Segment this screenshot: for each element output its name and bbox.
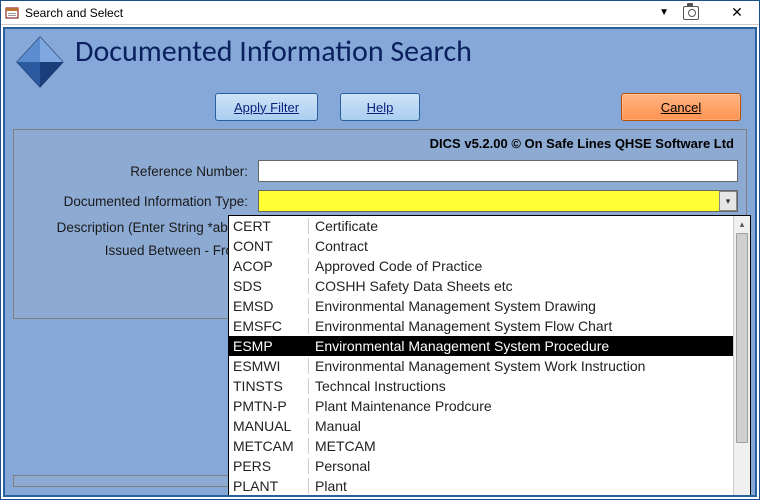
dropdown-item[interactable]: SDSCOSHH Safety Data Sheets etc [229,276,733,296]
main-panel: Documented Information Search Apply Filt… [3,27,757,497]
dropdown-item-desc: COSHH Safety Data Sheets etc [309,278,733,294]
dropdown-item-desc: Contract [309,238,733,254]
dropdown-item-code: MANUAL [229,418,309,434]
dropdown-item-desc: Environmental Management System Work Ins… [309,358,733,374]
dropdown-item-code: CERT [229,218,309,234]
help-button[interactable]: Help [340,93,420,121]
doc-type-label: Documented Information Type: [22,194,258,209]
dropdown-item-code: METCAM [229,438,309,454]
dropdown-scrollbar[interactable]: ▴ ▾ [733,216,750,497]
dropdown-item-code: CONT [229,238,309,254]
dropdown-item-desc: Techncal Instructions [309,378,733,394]
scroll-up-button[interactable]: ▴ [734,216,750,233]
reference-number-input[interactable] [258,160,738,182]
dropdown-item[interactable]: CONTContract [229,236,733,256]
dropdown-item-desc: Environmental Management System Procedur… [309,338,733,354]
dropdown-item[interactable]: ESMWIEnvironmental Management System Wor… [229,356,733,376]
dropdown-item-desc: METCAM [309,438,733,454]
doc-type-input[interactable] [258,190,738,212]
dropdown-item-desc: Personal [309,458,733,474]
dropdown-item[interactable]: TINSTSTechncal Instructions [229,376,733,396]
reference-number-label: Reference Number: [22,164,258,179]
titlebar-dropdown-icon[interactable]: ▼ [659,7,669,18]
dropdown-item[interactable]: PERSPersonal [229,456,733,476]
app-icon [5,6,19,20]
dropdown-item-code: PLANT [229,478,309,494]
description-label: Description (Enter String *abc*): [22,220,258,235]
dropdown-item[interactable]: ESMPEnvironmental Management System Proc… [229,336,733,356]
dropdown-item-code: ESMP [229,338,309,354]
dropdown-item[interactable]: MANUALManual [229,416,733,436]
dropdown-item-desc: Plant Maintenance Prodcure [309,398,733,414]
doc-type-dropdown-list[interactable]: CERTCertificateCONTContractACOPApproved … [228,215,751,497]
page-title: Documented Information Search [75,31,751,70]
dropdown-item-desc: Environmental Management System Drawing [309,298,733,314]
camera-icon[interactable] [683,6,699,20]
dropdown-item-code: EMSD [229,298,309,314]
dropdown-item-code: PERS [229,458,309,474]
dropdown-item[interactable]: PROCDProcedure [229,496,733,497]
dropdown-item[interactable]: EMSFCEnvironmental Management System Flo… [229,316,733,336]
apply-filter-button[interactable]: Apply Filter [215,93,318,121]
dropdown-item[interactable]: METCAMMETCAM [229,436,733,456]
close-button[interactable]: ✕ [719,2,755,24]
dropdown-item-desc: Manual [309,418,733,434]
scroll-thumb[interactable] [736,233,748,443]
dropdown-item-code: PMTN-P [229,398,309,414]
dropdown-item-code: TINSTS [229,378,309,394]
title-bar: Search and Select ▼ ✕ [1,1,759,25]
dropdown-item-code: SDS [229,278,309,294]
dropdown-item-code: EMSFC [229,318,309,334]
dropdown-item[interactable]: PMTN-PPlant Maintenance Prodcure [229,396,733,416]
app-logo-icon [11,33,69,91]
product-version-label: DICS v5.2.00 © On Safe Lines QHSE Softwa… [430,136,734,151]
dropdown-item-code: ACOP [229,258,309,274]
dropdown-item[interactable]: ACOPApproved Code of Practice [229,256,733,276]
dropdown-item-desc: Environmental Management System Flow Cha… [309,318,733,334]
dropdown-item-desc: Plant [309,478,733,494]
app-window: Search and Select ▼ ✕ Documented Informa… [0,0,760,500]
doc-type-dropdown-button[interactable]: ▾ [719,191,737,211]
window-title: Search and Select [25,6,123,20]
dropdown-item-desc: Approved Code of Practice [309,258,733,274]
issued-from-label: Issued Between - From: [22,243,258,258]
dropdown-item-code: ESMWI [229,358,309,374]
dropdown-item-desc: Certificate [309,218,733,234]
dropdown-item[interactable]: EMSDEnvironmental Management System Draw… [229,296,733,316]
dropdown-item[interactable]: PLANTPlant [229,476,733,496]
dropdown-item[interactable]: CERTCertificate [229,216,733,236]
doc-type-combo[interactable]: ▾ [258,190,738,212]
cancel-button[interactable]: Cancel [621,93,741,121]
